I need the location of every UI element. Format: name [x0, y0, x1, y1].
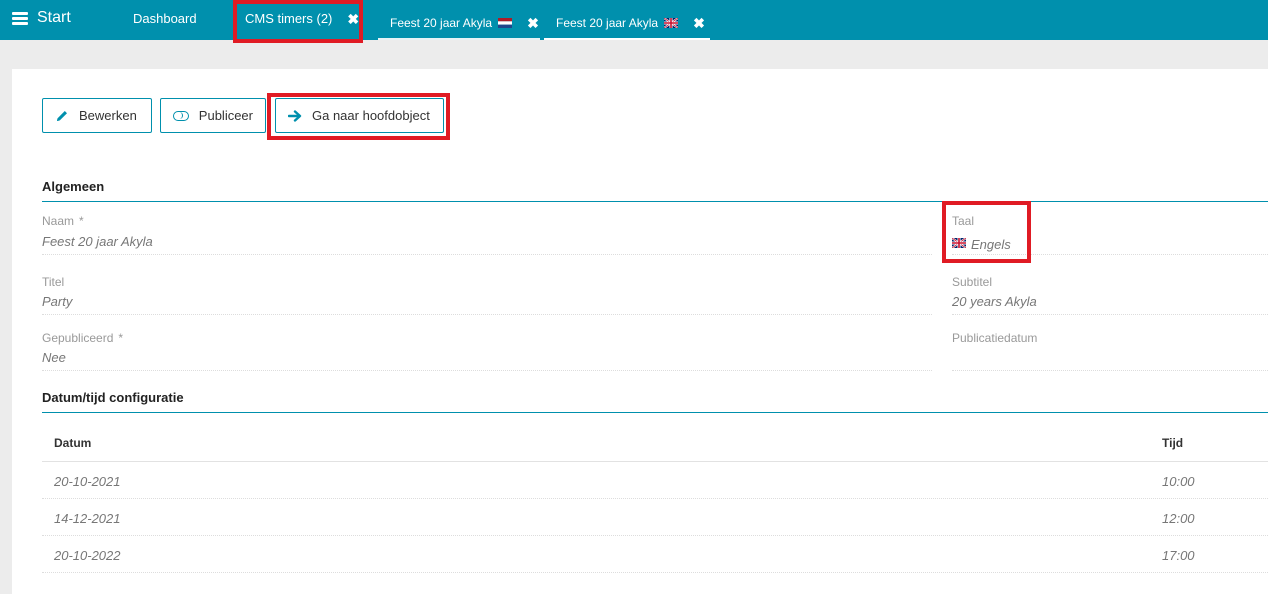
edit-button-label: Bewerken: [79, 108, 137, 123]
edit-button[interactable]: Bewerken: [42, 98, 152, 133]
publish-button-label: Publiceer: [198, 108, 253, 123]
subtitel-label: Subtitel: [952, 275, 993, 289]
close-icon[interactable]: ✖: [693, 16, 705, 30]
detail-card: [12, 69, 1268, 594]
section-title-datetime: Datum/tijd configuratie: [42, 390, 184, 405]
cell-tijd: 17:00: [1162, 548, 1195, 563]
section-divider: [42, 412, 1268, 413]
taal-label: Taal: [952, 214, 975, 228]
gepubliceerd-value: Nee: [42, 350, 66, 365]
uk-flag-icon: [664, 18, 679, 28]
titel-value: Party: [42, 294, 73, 309]
field-divider: [952, 314, 1268, 315]
tab-feest-nl[interactable]: Feest 20 jaar Akyla ✖: [390, 16, 539, 30]
field-divider: [952, 370, 1268, 371]
cell-tijd: 10:00: [1162, 474, 1195, 489]
close-icon[interactable]: ✖: [347, 12, 359, 26]
cell-tijd: 12:00: [1162, 511, 1195, 526]
tab-feest-en[interactable]: Feest 20 jaar Akyla ✖: [556, 16, 705, 30]
field-divider: [42, 370, 932, 371]
naam-label: Naam *: [42, 214, 84, 228]
naam-value: Feest 20 jaar Akyla: [42, 234, 153, 249]
start-menu-button[interactable]: Start: [12, 9, 71, 27]
section-title-general: Algemeen: [42, 179, 105, 194]
cell-datum: 14-12-2021: [54, 511, 121, 526]
start-label: Start: [37, 9, 71, 26]
table-header-divider: [42, 461, 1268, 462]
top-navigation-bar: Start Dashboard CMS timers (2) ✖ Feest 2…: [0, 0, 1268, 40]
tab-label: CMS timers (2): [245, 11, 333, 26]
goto-parent-button[interactable]: Ga naar hoofdobject: [275, 98, 444, 133]
gepubliceerd-label: Gepubliceerd *: [42, 331, 124, 345]
cell-datum: 20-10-2021: [54, 474, 121, 489]
close-icon[interactable]: ✖: [527, 16, 539, 30]
tab-cms-timers[interactable]: CMS timers (2) ✖: [245, 11, 359, 26]
tab-dashboard[interactable]: Dashboard: [133, 11, 197, 26]
arrow-right-icon: [288, 109, 302, 122]
pencil-icon: [57, 110, 67, 121]
row-divider: [42, 535, 1268, 536]
row-divider: [42, 498, 1268, 499]
tab-label: Feest 20 jaar Akyla: [556, 16, 659, 30]
uk-flag-icon: [952, 237, 966, 248]
titel-label: Titel: [42, 275, 65, 289]
cell-datum: 20-10-2022: [54, 548, 121, 563]
field-divider: [42, 254, 932, 255]
active-tab-indicator: [544, 38, 710, 40]
row-divider: [42, 572, 1268, 573]
toggle-icon: [173, 110, 189, 121]
tab-label: Feest 20 jaar Akyla: [390, 16, 493, 30]
section-divider: [42, 201, 1268, 202]
goto-button-label: Ga naar hoofdobject: [312, 108, 430, 123]
publish-button[interactable]: Publiceer: [160, 98, 266, 133]
tab-label: Dashboard: [133, 11, 197, 26]
nl-flag-icon: [498, 18, 513, 28]
taal-value: Engels: [952, 237, 1011, 252]
publicatiedatum-label: Publicatiedatum: [952, 331, 1038, 345]
field-divider: [42, 314, 932, 315]
subtitel-value: 20 years Akyla: [952, 294, 1037, 309]
tab-indicator: [378, 38, 540, 40]
column-header-tijd[interactable]: Tijd: [1162, 436, 1183, 450]
hamburger-icon: [12, 11, 28, 25]
column-header-datum[interactable]: Datum: [54, 436, 91, 450]
field-divider: [952, 254, 1268, 255]
